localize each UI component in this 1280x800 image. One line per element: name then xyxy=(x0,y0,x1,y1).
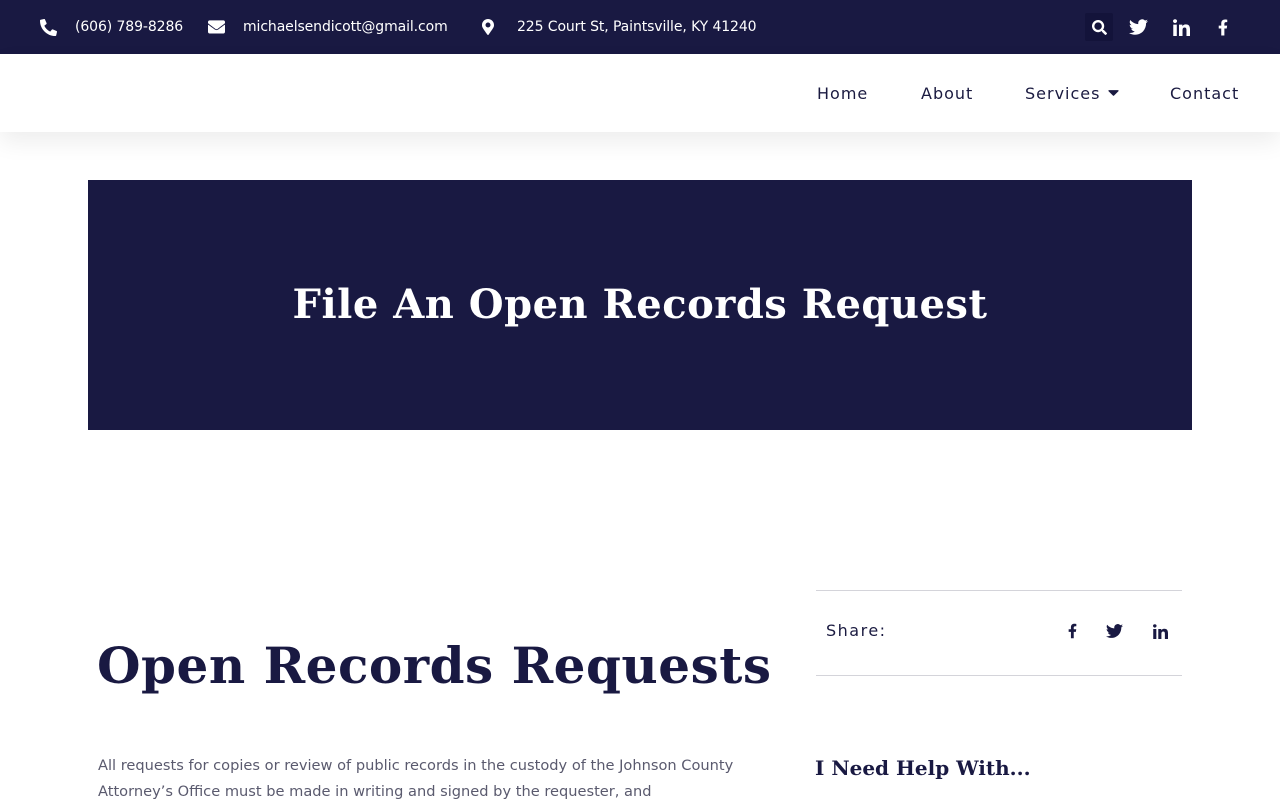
nav-services[interactable]: Services xyxy=(1025,54,1120,132)
page-title: Open Records Requests xyxy=(97,636,772,695)
hero-title: File An Open Records Request xyxy=(292,280,988,328)
phone-contact[interactable]: (606) 789-8286 xyxy=(40,0,183,54)
email-address: michaelsendicott@gmail.com xyxy=(243,19,448,35)
facebook-link[interactable] xyxy=(1209,13,1237,41)
share-facebook-button[interactable] xyxy=(1060,619,1084,643)
map-marker-icon xyxy=(482,19,494,35)
top-contact-bar: (606) 789-8286 michaelsendicott@gmail.co… xyxy=(0,0,1280,54)
intro-paragraph: All requests for copies or review of pub… xyxy=(98,757,734,800)
main-header: Home About Services Contact xyxy=(0,54,1280,132)
envelope-icon xyxy=(208,20,225,34)
caret-down-icon xyxy=(1100,89,1120,97)
linkedin-icon xyxy=(1172,18,1190,36)
address-contact[interactable]: 225 Court St, Paintsville, KY 41240 xyxy=(482,0,757,54)
phone-icon xyxy=(40,18,57,36)
share-box: Share: xyxy=(816,590,1182,676)
hero-banner: File An Open Records Request xyxy=(88,180,1192,430)
search-button[interactable] xyxy=(1085,13,1113,41)
nav-home[interactable]: Home xyxy=(817,54,868,132)
share-label: Share: xyxy=(826,621,887,640)
nav-contact[interactable]: Contact xyxy=(1170,54,1239,132)
nav-about[interactable]: About xyxy=(921,54,973,132)
help-section-title: I Need Help With... xyxy=(815,756,1031,780)
linkedin-link[interactable] xyxy=(1167,13,1195,41)
facebook-icon xyxy=(1068,623,1077,639)
street-address: 225 Court St, Paintsville, KY 41240 xyxy=(517,19,757,35)
phone-number: (606) 789-8286 xyxy=(75,19,184,35)
facebook-icon xyxy=(1218,19,1228,36)
twitter-icon xyxy=(1105,624,1123,638)
twitter-link[interactable] xyxy=(1124,13,1152,41)
share-twitter-button[interactable] xyxy=(1102,619,1126,643)
share-linkedin-button[interactable] xyxy=(1148,619,1172,643)
twitter-icon xyxy=(1128,19,1148,35)
nav-services-label: Services xyxy=(1025,83,1101,103)
search-icon xyxy=(1091,19,1107,35)
email-contact[interactable]: michaelsendicott@gmail.com xyxy=(208,0,448,54)
linkedin-icon xyxy=(1152,623,1168,639)
